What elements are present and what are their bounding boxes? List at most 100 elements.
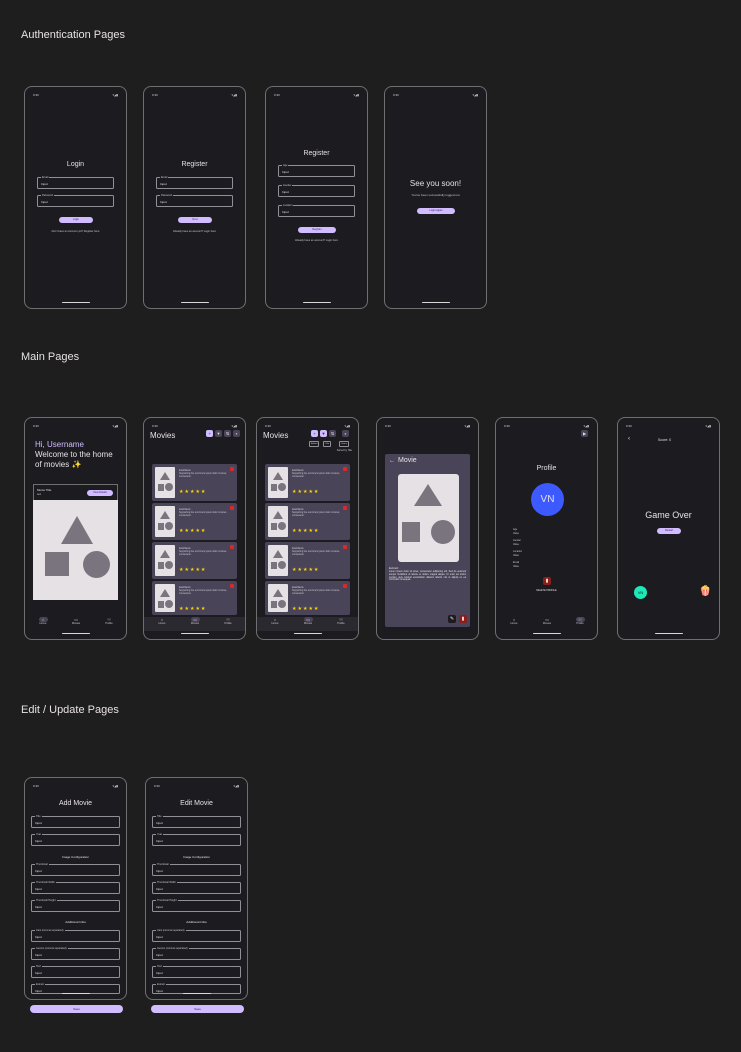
rating-stars: ★★★★★ [292,528,320,534]
genres-field[interactable]: Genres (comma separated) Input [31,946,120,960]
href-field[interactable]: Href Input [31,964,120,978]
movie-list-item[interactable]: List Item Supporting line text lorem ipsu… [265,464,350,501]
search-icon[interactable]: ⌕ [233,430,240,437]
gender-field[interactable]: Gender Input [278,183,355,197]
trash-icon[interactable]: ▮ [543,577,551,585]
delete-icon[interactable] [230,467,234,471]
genres-field[interactable]: Genres (comma separated) Input [152,946,241,960]
phone-register-2: 9:30 ▾◢▮ Register Age Input Gender Input Lo… [265,86,368,309]
nav-home[interactable]: ⌂ Home [152,617,172,625]
add-icon[interactable]: + [206,430,213,437]
bottom-nav: ⌂ Home ▭ Movies ⚇ Profile [496,617,597,631]
title-field[interactable]: Title Input [152,814,241,828]
status-bar: 9:30 ▾◢▮ [385,424,470,428]
nav-movies[interactable]: ▭ Movies [537,617,557,625]
player-avatar: VN [634,586,647,599]
cast-field[interactable]: Cast (comma separated) Input [31,928,120,942]
nav-profile[interactable]: ⚇ Profile [99,617,119,625]
game-icon[interactable]: ▶ [581,430,588,437]
next-button[interactable]: Next [178,217,212,223]
home-indicator [293,632,322,634]
year-field[interactable]: Year Input [152,832,241,846]
rating-stars: ★★★★★ [292,489,320,495]
nav-movies[interactable]: ▭ Movies [185,617,205,625]
circle-shape [431,520,455,544]
nav-home[interactable]: ⌂ Home [33,617,53,625]
nav-profile[interactable]: ⚇ Profile [218,617,238,625]
thumbnail-field[interactable]: Thumbnail Input [31,862,120,876]
popcorn-icon: 🍿 [699,586,712,597]
nav-profile[interactable]: ⚇ Profile [331,617,351,625]
href-field[interactable]: Href Input [152,964,241,978]
email-field[interactable]: Email Input [156,175,233,189]
filter-chip-genre[interactable]: Genre [339,441,350,447]
filter-chip-added[interactable]: Added [309,441,320,447]
thumbnail-height-field[interactable]: Thumbnail Height Input [152,898,241,912]
email-field[interactable]: Email Input [37,175,114,189]
movie-list-item[interactable]: List Item Supporting line text lorem ipsu… [152,581,237,615]
thumbnail-height-field[interactable]: Thumbnail Height Input [31,898,120,912]
delete-icon[interactable] [343,506,347,510]
register-link[interactable]: Don't have an Account yet? Register here [25,230,126,233]
login-link[interactable]: Already have an account? Login here [266,239,367,242]
add-icon[interactable]: + [311,430,318,437]
cast-field[interactable]: Cast (comma separated) Input [152,928,241,942]
password-field[interactable]: Password Input [37,193,114,207]
location-field[interactable]: Location Input [278,203,355,217]
login-again-button[interactable]: Login Again [417,208,455,214]
card-subtitle: text [37,493,42,496]
movie-list-item[interactable]: List Item Supporting line text lorem ipsu… [265,581,350,615]
trash-icon[interactable]: ▮ [459,615,467,623]
thumbnail-field[interactable]: Thumbnail Input [152,862,241,876]
movie-list-item[interactable]: List Item Supporting line text lorem ipsu… [152,464,237,501]
movie-list-item[interactable]: List Item Supporting line text lorem ipsu… [265,503,350,540]
phone-game: 9:30 ▾◢▮ ‹ Score: 0 Game Over Restart VN … [617,417,720,640]
delete-icon[interactable] [343,467,347,471]
status-bar: 9:30 ▾◢▮ [274,93,359,97]
sort-icon[interactable]: ⇅ [224,430,231,437]
back-icon[interactable]: ← [389,458,395,464]
movie-list-item[interactable]: List Item Supporting line text lorem ipsu… [265,542,350,579]
filter-chip-title[interactable]: Title [323,441,332,447]
age-field[interactable]: Age Input [278,163,355,177]
view-details-button[interactable]: View Details [87,490,113,496]
logout-message: You've been successfully logged out [411,193,460,197]
thumbnail-width-field[interactable]: Thumbnail Width Input [31,880,120,894]
search-icon[interactable]: ⌕ [342,430,349,437]
edit-icon[interactable]: ✎ [448,615,456,623]
movie-list-item[interactable]: List Item Supporting line text lorem ipsu… [152,542,237,579]
movie-thumb [155,584,175,612]
title-field[interactable]: Title Input [31,814,120,828]
year-field[interactable]: Year Input [31,832,120,846]
phone-add-movie: 9:30 ▾◢▮ Add Movie Title Input Year Input I… [24,777,127,1000]
back-icon[interactable]: ‹ [628,436,630,442]
password-field[interactable]: Password Input [156,193,233,207]
filter-icon[interactable]: ▼ [215,430,222,437]
delete-icon[interactable] [343,584,347,588]
home-indicator [182,992,211,994]
delete-icon[interactable] [230,545,234,549]
page-title: Edit Movie [180,800,213,807]
delete-profile-button[interactable]: DELETE PROFILE [496,589,597,592]
delete-icon[interactable] [230,584,234,588]
login-link[interactable]: Already have an account? Login here [144,230,245,233]
sort-icon[interactable]: ⇅ [329,430,336,437]
restart-button[interactable]: Restart [657,528,681,534]
login-button[interactable]: Login [59,217,93,223]
phone-movies: 9:30 ▾◢▮ Movies + ▼ ⇅ ⌕ List Item Supporti… [143,417,246,640]
register-button[interactable]: Register [298,227,336,233]
nav-home[interactable]: ⌂ Home [265,617,285,625]
status-bar: 9:30 ▾◢▮ [33,784,118,788]
nav-home[interactable]: ⌂ Home [504,617,524,625]
nav-movies[interactable]: ▭ Movies [66,617,86,625]
nav-profile[interactable]: ⚇ Profile [570,617,590,625]
thumbnail-width-field[interactable]: Thumbnail Width Input [152,880,241,894]
nav-movies[interactable]: ▭ Movies [298,617,318,625]
delete-icon[interactable] [343,545,347,549]
add-movie-save-button[interactable]: Save [30,1005,123,1013]
filter-icon[interactable]: ▼ [320,430,327,437]
edit-movie-save-button[interactable]: Save [151,1005,244,1013]
delete-icon[interactable] [230,506,234,510]
movie-list-item[interactable]: List Item Supporting line text lorem ipsu… [152,503,237,540]
status-bar: 9:30 ▾◢▮ [152,93,237,97]
